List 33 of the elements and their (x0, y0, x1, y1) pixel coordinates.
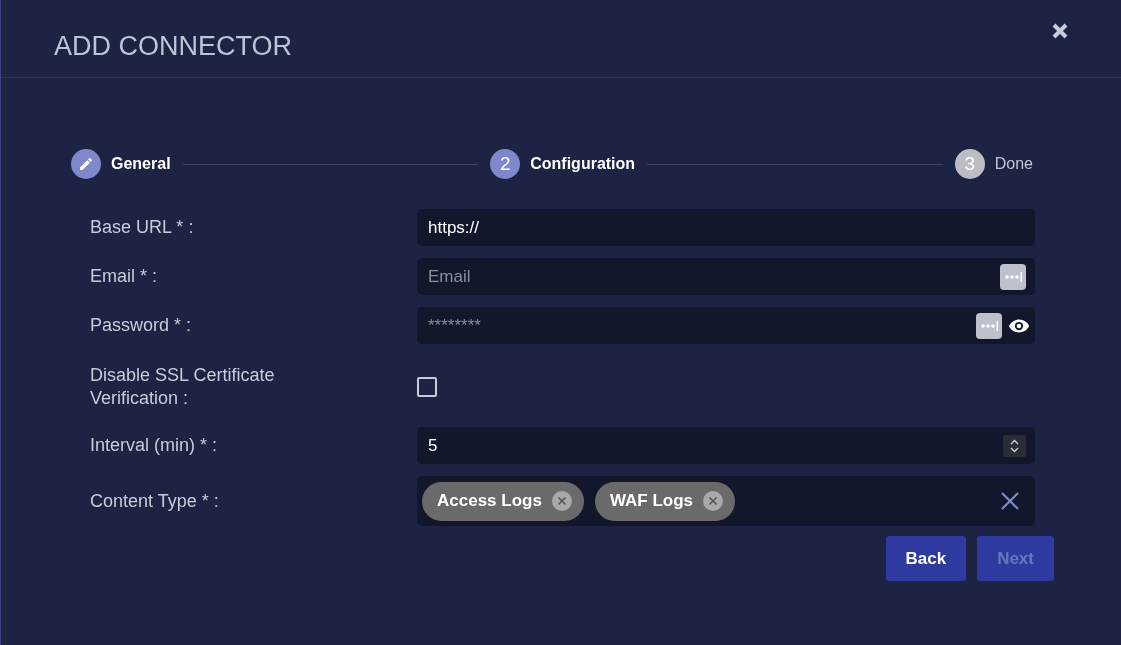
text-input[interactable]: 5 (426, 434, 997, 457)
close-icon[interactable] (1051, 22, 1069, 40)
step-label: Done (994, 155, 1033, 173)
autofill-icon[interactable] (1000, 263, 1026, 290)
step-label: Configuration (530, 155, 636, 173)
url-field[interactable]: https:// (417, 209, 1035, 246)
spinner-icon[interactable] (1003, 434, 1026, 457)
field-label: Content Type * : (90, 489, 220, 513)
password-field[interactable]: ******** (417, 307, 1035, 344)
step-number: 2 (490, 149, 521, 179)
text-input[interactable]: ******** (426, 314, 970, 337)
remove-tag-icon[interactable] (703, 491, 723, 511)
field-label: Email * : (90, 265, 159, 288)
step-number: 3 (954, 149, 985, 179)
checkbox[interactable] (417, 377, 437, 397)
tags-field[interactable]: Access Logs WAF Logs (417, 476, 1035, 526)
number-field[interactable]: 5 (417, 427, 1035, 464)
step-label: General (111, 155, 171, 173)
field-label: Password * : (90, 314, 193, 337)
field-label: Disable SSL Certificate Verification : (90, 364, 276, 410)
autofill-icon[interactable] (976, 312, 1002, 339)
clear-icon[interactable] (1001, 492, 1019, 510)
field-label: Interval (min) * : (90, 434, 219, 457)
email-field[interactable]: Email (417, 258, 1035, 295)
tag-chip[interactable]: Access Logs (422, 481, 584, 521)
field-label: Base URL * : (90, 216, 195, 239)
eye-icon[interactable] (1008, 317, 1030, 334)
dialog-title: ADD CONNECTOR (54, 31, 293, 63)
text-input[interactable]: Email (426, 265, 994, 288)
text-input[interactable]: https:// (426, 216, 1026, 239)
back-button[interactable]: Back (885, 536, 967, 581)
remove-tag-icon[interactable] (551, 491, 572, 511)
tag-chip[interactable]: WAF Logs (594, 481, 735, 521)
